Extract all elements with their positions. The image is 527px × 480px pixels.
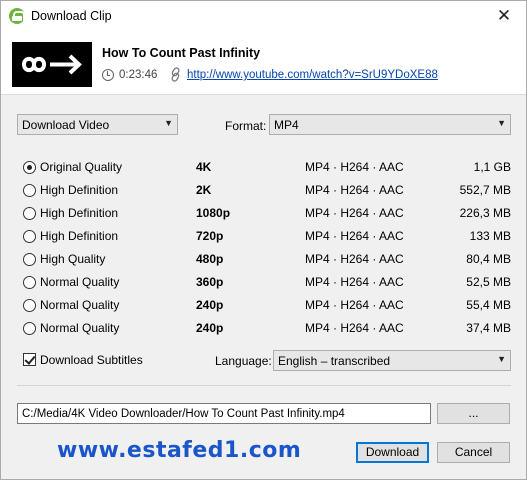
download-clip-dialog: Download Clip ✕ How To Count Past Infini… xyxy=(0,0,527,480)
browse-button[interactable]: ... xyxy=(437,403,510,424)
infinity-arrow-icon xyxy=(21,54,82,75)
quality-option-row[interactable]: Normal Quality 360p MP4 · H264 · AAC 52,5 M… xyxy=(1,272,527,295)
quality-resolution: 240p xyxy=(196,298,224,312)
quality-file-size: 52,5 MB xyxy=(466,275,511,289)
divider xyxy=(17,385,511,386)
download-mode-value: Download Video xyxy=(22,118,110,132)
quality-codec: MP4 · H264 · AAC xyxy=(305,252,404,266)
quality-codec: MP4 · H264 · AAC xyxy=(305,298,404,312)
download-button[interactable]: Download xyxy=(356,442,429,463)
quality-resolution: 360p xyxy=(196,275,224,289)
quality-resolution: 4K xyxy=(196,160,212,174)
quality-option-row[interactable]: High Definition 2K MP4 · H264 · AAC 552,7 M… xyxy=(1,180,527,203)
quality-option-row[interactable]: High Definition 1080p MP4 · H264 · AAC 226,… xyxy=(1,203,527,226)
clock-icon xyxy=(102,69,114,81)
quality-resolution: 480p xyxy=(196,252,224,266)
quality-label: Original Quality xyxy=(40,160,123,174)
quality-label: Normal Quality xyxy=(40,298,120,312)
quality-resolution: 240p xyxy=(196,321,224,335)
quality-resolution: 720p xyxy=(196,229,224,243)
quality-file-size: 37,4 MB xyxy=(466,321,511,335)
cancel-button[interactable]: Cancel xyxy=(437,442,510,463)
quality-label: High Definition xyxy=(40,206,119,220)
chevron-down-icon: ▼ xyxy=(497,354,506,364)
chevron-down-icon: ▼ xyxy=(164,118,173,128)
chevron-down-icon: ▼ xyxy=(497,118,506,128)
quality-radio[interactable] xyxy=(23,230,36,243)
quality-option-row[interactable]: Normal Quality 240p MP4 · H264 · AAC 55,4 M… xyxy=(1,295,527,318)
quality-codec: MP4 · H264 · AAC xyxy=(305,229,404,243)
quality-resolution: 1080p xyxy=(196,206,231,220)
download-subtitles-checkbox[interactable] xyxy=(23,353,36,366)
quality-codec: MP4 · H264 · AAC xyxy=(305,160,404,174)
quality-resolution: 2K xyxy=(196,183,212,197)
quality-codec: MP4 · H264 · AAC xyxy=(305,206,404,220)
quality-label: High Quality xyxy=(40,252,106,266)
video-info-header: How To Count Past Infinity 0:23:46 http:… xyxy=(1,32,526,95)
quality-label: Normal Quality xyxy=(40,275,120,289)
video-duration: 0:23:46 xyxy=(119,69,158,81)
download-subtitles-label[interactable]: Download Subtitles xyxy=(40,353,143,367)
format-value: MP4 xyxy=(274,118,299,132)
quality-option-row[interactable]: Normal Quality 240p MP4 · H264 · AAC 37,4 M… xyxy=(1,318,527,341)
window-title: Download Clip xyxy=(31,9,112,23)
format-label: Format: xyxy=(225,119,267,133)
quality-file-size: 133 MB xyxy=(469,229,511,243)
title-bar: Download Clip ✕ xyxy=(1,1,526,32)
quality-file-size: 1,1 GB xyxy=(473,160,511,174)
quality-codec: MP4 · H264 · AAC xyxy=(305,275,404,289)
video-title: How To Count Past Infinity xyxy=(102,46,261,60)
quality-file-size: 226,3 MB xyxy=(459,206,511,220)
link-icon xyxy=(171,67,180,82)
quality-file-size: 55,4 MB xyxy=(466,298,511,312)
quality-label: High Definition xyxy=(40,183,119,197)
quality-codec: MP4 · H264 · AAC xyxy=(305,183,404,197)
quality-radio[interactable] xyxy=(23,299,36,312)
app-logo-icon xyxy=(9,8,25,24)
quality-radio[interactable] xyxy=(23,322,36,335)
quality-option-row[interactable]: High Quality 480p MP4 · H264 · AAC 80,4 MB xyxy=(1,249,527,272)
quality-file-size: 552,7 MB xyxy=(459,183,511,197)
quality-radio[interactable] xyxy=(23,253,36,266)
watermark-text: www.estafed1.com xyxy=(57,438,302,463)
quality-file-size: 80,4 MB xyxy=(466,252,511,266)
language-label: Language: xyxy=(215,354,272,368)
quality-option-row[interactable]: High Definition 720p MP4 · H264 · AAC 133 M… xyxy=(1,226,527,249)
close-button[interactable]: ✕ xyxy=(484,1,524,32)
video-thumbnail xyxy=(12,42,92,87)
language-dropdown[interactable]: English – transcribed ▼ xyxy=(273,350,511,371)
quality-radio[interactable] xyxy=(23,276,36,289)
video-url-link[interactable]: http://www.youtube.com/watch?v=SrU9YDoXE… xyxy=(187,69,438,81)
download-mode-dropdown[interactable]: Download Video ▼ xyxy=(17,114,178,135)
format-dropdown[interactable]: MP4 ▼ xyxy=(269,114,511,135)
quality-radio[interactable] xyxy=(23,207,36,220)
quality-label: Normal Quality xyxy=(40,321,120,335)
quality-radio[interactable] xyxy=(23,161,36,174)
output-path-input[interactable] xyxy=(17,403,431,424)
quality-option-row[interactable]: Original Quality 4K MP4 · H264 · AAC 1,1 GB xyxy=(1,157,527,180)
quality-label: High Definition xyxy=(40,229,119,243)
quality-radio[interactable] xyxy=(23,184,36,197)
quality-codec: MP4 · H264 · AAC xyxy=(305,321,404,335)
language-value: English – transcribed xyxy=(278,354,391,368)
